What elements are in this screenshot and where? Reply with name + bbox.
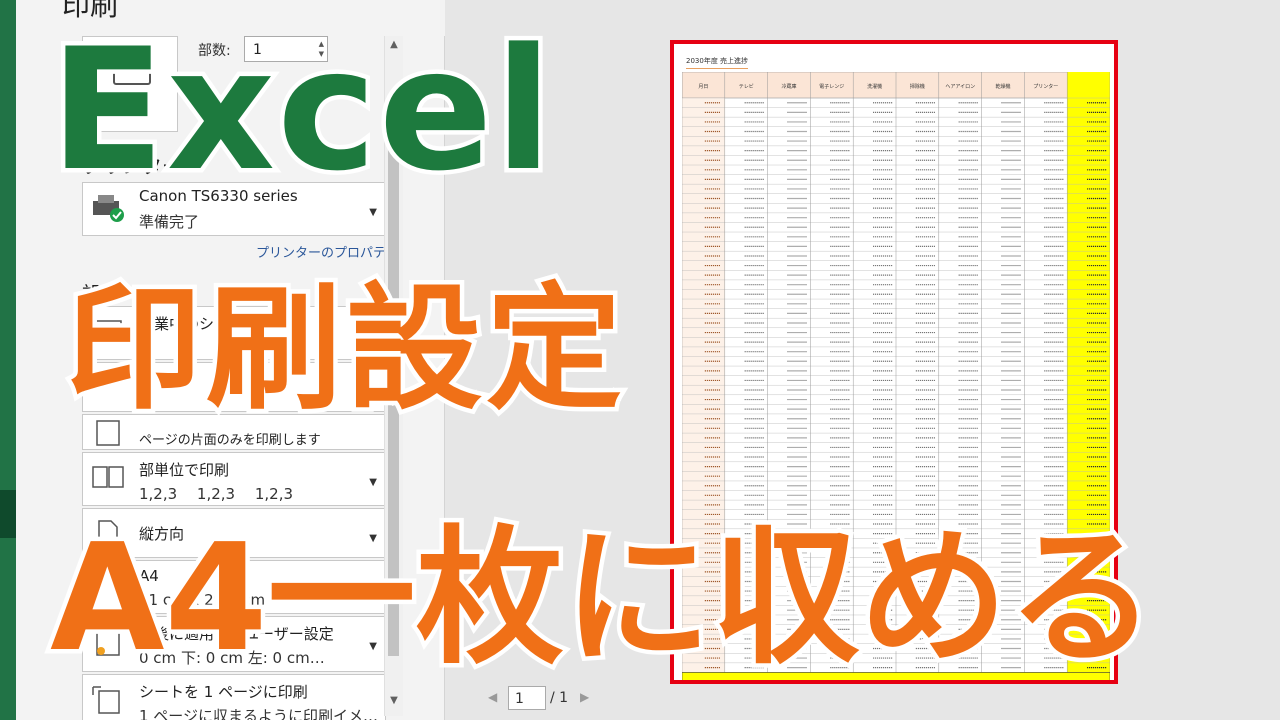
table-header-cell: ヘアアイロン: [945, 84, 975, 90]
printer-status: 準備完了: [139, 213, 200, 231]
table-header-cell: 洗濯機: [867, 83, 882, 90]
table-header-cell: 掃除機: [910, 83, 925, 90]
overlay-title-print-settings: 印刷設定: [62, 271, 627, 429]
duplex-sub: ページの片面のみを印刷します: [139, 433, 321, 448]
table-header-cell: 電子レンジ: [819, 83, 844, 90]
table-header-cell: プリンター: [1033, 83, 1058, 90]
collate-dropdown[interactable]: 部単位で印刷 1,2,3 1,2,3 1,2,3 ▼: [82, 452, 386, 506]
table-header-cell: 乾燥機: [995, 83, 1010, 90]
collate-icon: [91, 463, 125, 493]
next-page-icon[interactable]: ▶: [580, 690, 589, 704]
scroll-down-icon[interactable]: ▼: [385, 692, 403, 710]
chevron-down-icon: ▼: [369, 207, 377, 218]
fit-sheet-icon: [91, 685, 125, 715]
page-total: / 1: [550, 690, 569, 706]
table-header-cell: テレビ: [739, 83, 754, 90]
previous-page-icon[interactable]: ◀: [488, 690, 497, 704]
overlay-title-fit-a4: A4一枚に収める: [46, 512, 1161, 684]
chevron-down-icon: ▼: [369, 477, 377, 488]
scaling-label: シートを 1 ページに印刷: [139, 683, 308, 701]
collate-sub: 1,2,3 1,2,3 1,2,3: [139, 485, 294, 503]
sheet-title: 2030年度 売上進捗: [686, 56, 749, 69]
overlay-title-excel: Excel: [45, 12, 556, 208]
page-number-input[interactable]: 1: [508, 686, 546, 710]
table-header-cell: 月日: [698, 84, 708, 90]
printer-properties-link[interactable]: プリンターのプロパティ: [256, 242, 398, 261]
nav-selected-item[interactable]: [0, 490, 16, 538]
table-header-cell: 冷蔵庫: [781, 83, 796, 90]
collate-label: 部単位で印刷: [139, 461, 230, 479]
scaling-sub: 1 ページに収まるように印刷イメ…: [139, 707, 379, 720]
backstage-nav-bar: [0, 0, 16, 720]
